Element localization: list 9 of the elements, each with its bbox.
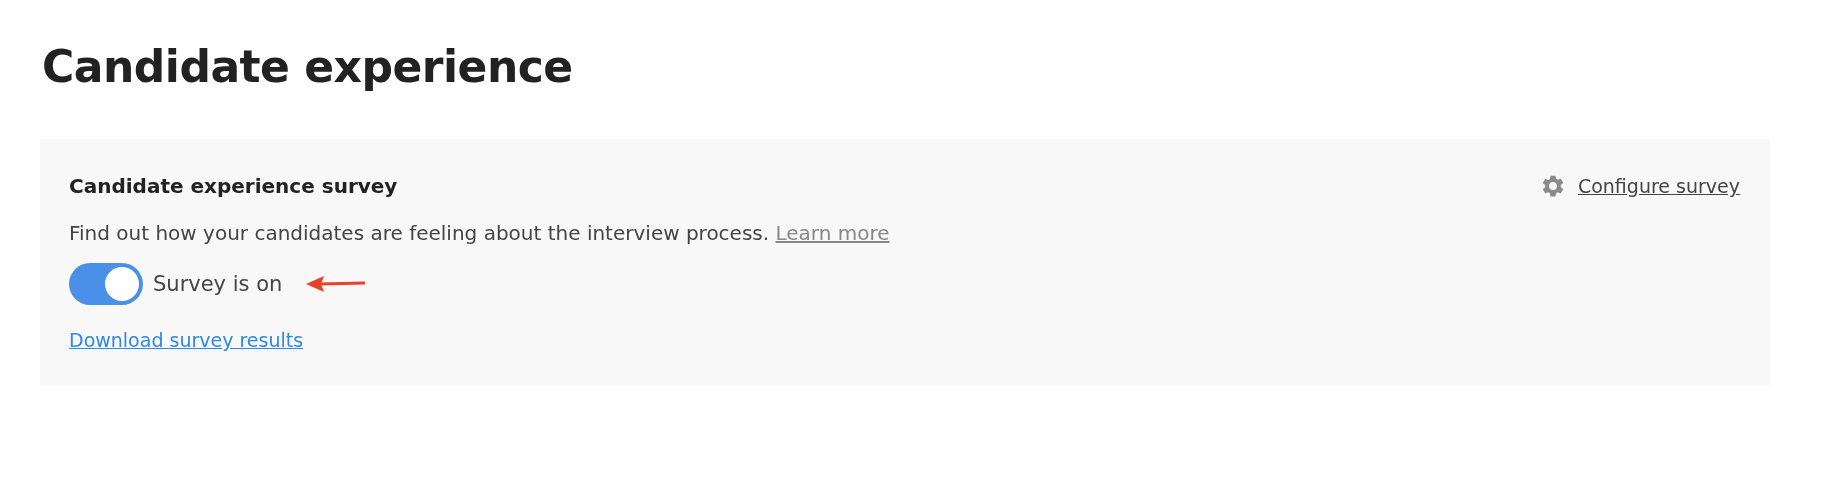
survey-toggle[interactable] (69, 263, 143, 306)
card-title: Candidate experience survey (69, 174, 398, 199)
configure-survey-link[interactable]: Configure survey (1539, 173, 1740, 200)
arrow-icon (306, 275, 367, 294)
learn-more-link[interactable]: Learn more (775, 221, 890, 246)
toggle-label: Survey is on (153, 272, 283, 297)
page-title: Candidate experience (42, 40, 574, 94)
description-text: Find out how your candidates are feeling about the interview process. Learn more (69, 221, 891, 246)
download-results-link[interactable]: Download survey results (69, 329, 304, 352)
